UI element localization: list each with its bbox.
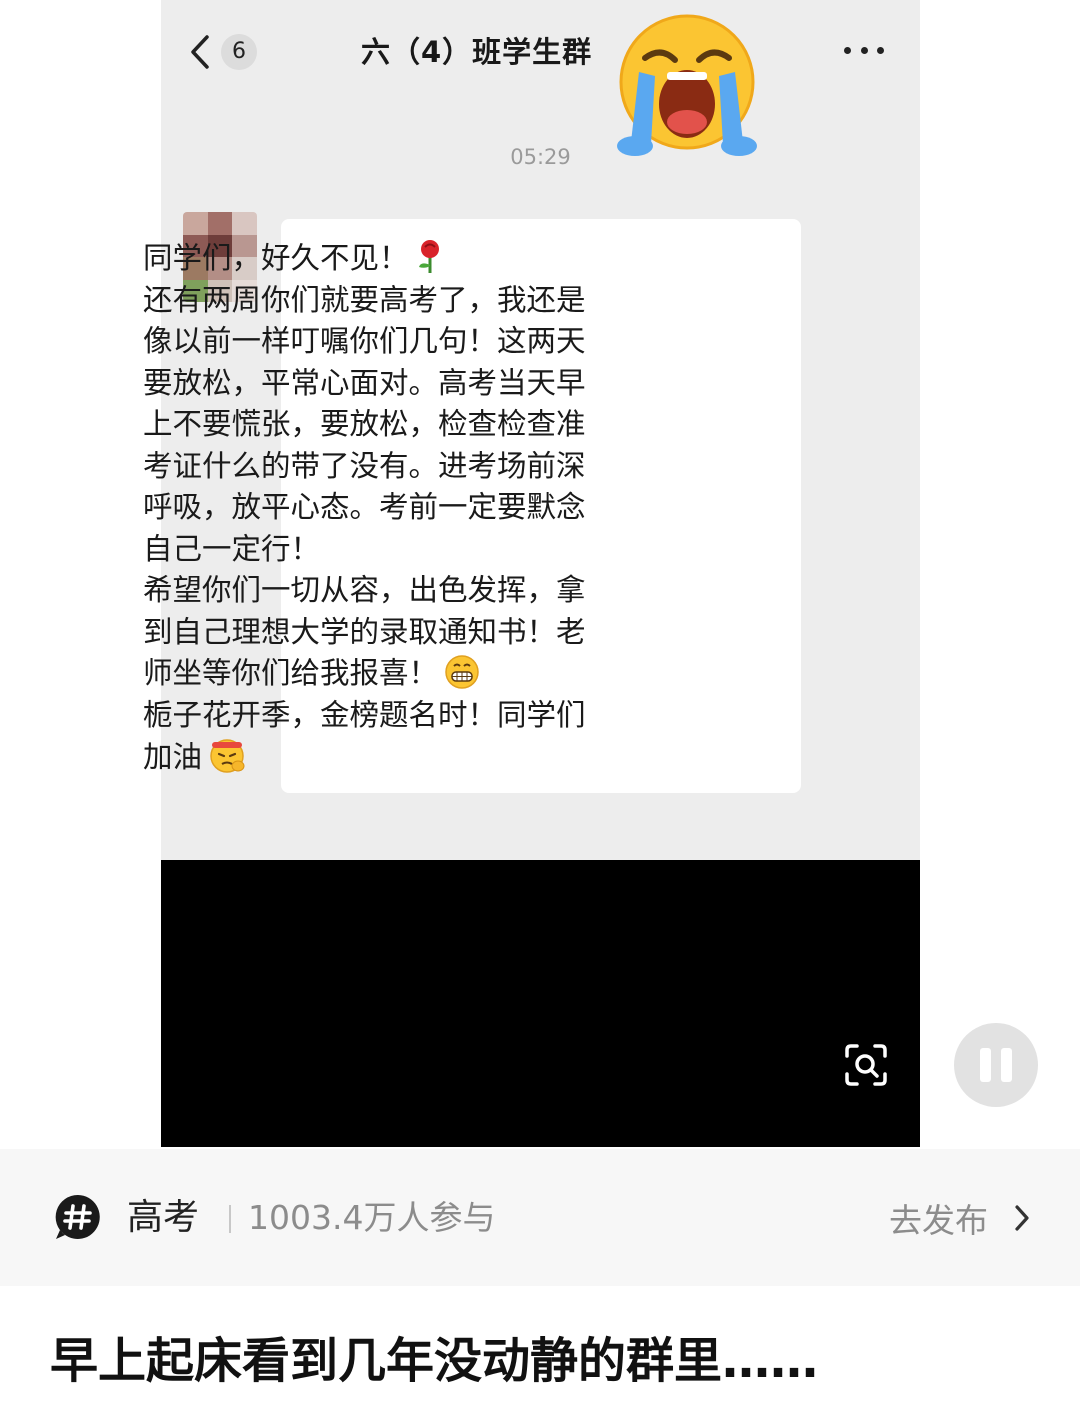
topic-participants: 1003.4万人参与	[248, 1198, 496, 1237]
more-dot-icon	[844, 46, 851, 54]
more-dot-icon	[860, 46, 868, 54]
message-line: 栀子花开季，金榜题名时！同学们	[143, 697, 586, 732]
message-timestamp: 05:29	[510, 145, 571, 169]
message-line: 加油	[143, 736, 623, 778]
message-line: 师坐等你们给我报喜！	[143, 653, 623, 695]
rose-icon	[418, 240, 439, 273]
post-page: 6 六（4）班学生群 05:29 同学们，好久不见！ 还有两周你们就要高考了，我…	[0, 0, 1080, 1422]
message-line: 自己一定行！	[143, 531, 321, 566]
unread-badge: 6	[221, 34, 257, 70]
message-line: 上不要慌张，要放松，检查检查准	[143, 407, 586, 441]
message-line: 同学们，好久不见！	[143, 238, 623, 280]
pause-icon	[980, 1048, 991, 1082]
publish-button[interactable]: 去发布	[889, 1193, 1030, 1243]
group-chat-title: 六（4）班学生群	[361, 35, 593, 69]
grin-emoji-icon	[445, 655, 479, 689]
hashtag-icon	[55, 1194, 100, 1239]
more-dot-icon	[877, 46, 884, 54]
message-line: 考证什么的带了没有。进考场前深	[143, 448, 586, 483]
publish-label: 去发布	[889, 1201, 988, 1240]
pause-icon	[1001, 1048, 1012, 1082]
chevron-left-icon	[191, 35, 209, 69]
message-line: 希望你们一切从容，出色发挥，拿	[143, 573, 586, 607]
message-line: 要放松，平常心面对。高考当天早	[143, 365, 586, 400]
message-text: 同学们，好久不见！ 还有两周你们就要高考了，我还是 像以前一样叮嘱你们几句！这两…	[143, 238, 623, 778]
topic-bar[interactable]: 高考 1003.4万人参与 去发布	[0, 1149, 1080, 1286]
pause-button[interactable]	[954, 1023, 1038, 1107]
loudly-crying-emoji-icon	[617, 14, 757, 156]
message-line: 像以前一样叮嘱你们几句！这两天	[143, 324, 586, 358]
topic-name[interactable]: 高考	[127, 1193, 199, 1243]
post-caption: 早上起床看到几年没动静的群里……	[50, 1333, 819, 1389]
chevron-right-icon	[1015, 1205, 1029, 1231]
video-area[interactable]	[161, 860, 920, 1147]
message-line: 到自己理想大学的录取通知书！老	[143, 614, 586, 649]
back-button[interactable]: 6	[189, 30, 257, 74]
topic-divider	[229, 1205, 231, 1233]
message-line: 呼吸，放平心态。考前一定要默念	[143, 490, 586, 524]
fighting-emoji-icon	[210, 739, 245, 773]
zoom-scan-icon[interactable]	[843, 1042, 889, 1088]
more-options-button[interactable]	[844, 38, 884, 62]
message-line: 还有两周你们就要高考了，我还是	[143, 282, 586, 317]
